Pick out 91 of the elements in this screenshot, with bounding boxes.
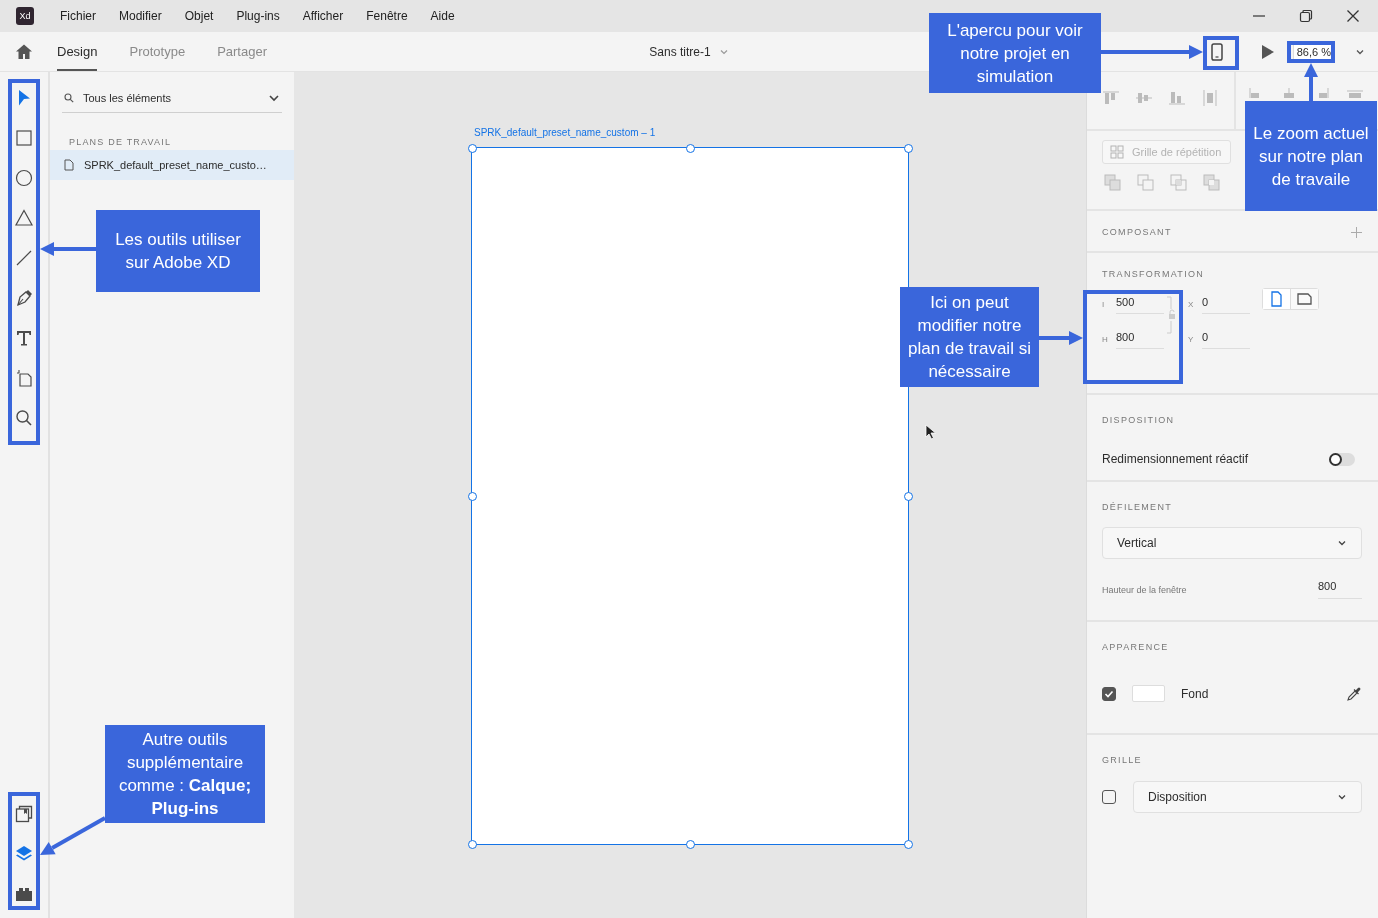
resize-handle[interactable] (904, 144, 913, 153)
section-heading: TRANSFORMATION (1102, 269, 1206, 279)
align-icon[interactable] (1202, 90, 1218, 106)
callout: L'apercu pour voir notre projet en simulation (929, 13, 1101, 93)
menu-item[interactable]: Fichier (60, 9, 96, 23)
arrow (40, 242, 96, 256)
pen-tool-icon[interactable] (14, 288, 34, 308)
triangle-tool-icon[interactable] (14, 208, 34, 228)
setting-label: Hauteur de la fenêtre (1102, 584, 1187, 595)
eyedropper-icon[interactable] (1346, 685, 1362, 702)
section-heading: COMPOSANT (1102, 227, 1172, 237)
resize-handle[interactable] (904, 492, 913, 501)
callout: Autre outils supplémentaire comme : Calque; Plug-ins (105, 725, 265, 823)
search-field[interactable]: Tous les éléments (62, 88, 282, 113)
color-swatch[interactable] (1132, 685, 1165, 702)
close-icon[interactable] (1346, 9, 1360, 23)
resize-handle[interactable] (468, 492, 477, 501)
artboard-list-item[interactable]: SPRK_default_preset_name_custo… (50, 150, 294, 180)
callout: Le zoom actuel sur notre plan de travaile (1245, 101, 1377, 211)
page-icon (64, 159, 74, 171)
artboard-label[interactable]: SPRK_default_preset_name_custom – 1 (474, 127, 656, 138)
scroll-dropdown[interactable]: Vertical (1102, 527, 1362, 559)
cursor-icon (925, 424, 937, 440)
resize-handle[interactable] (468, 144, 477, 153)
play-icon[interactable] (1260, 43, 1275, 60)
highlight-frame (1287, 41, 1335, 63)
input-field[interactable]: 500 (1116, 294, 1164, 314)
chevron-icon (1337, 792, 1347, 802)
section-heading: DÉFILEMENT (1102, 502, 1173, 512)
input-field[interactable]: 800 (1318, 580, 1362, 599)
grid-dropdown[interactable]: Disposition (1133, 781, 1362, 813)
portrait-icon (1269, 291, 1284, 307)
menu-item[interactable]: Fenêtre (366, 9, 408, 23)
arrow (1039, 331, 1083, 345)
setting-label: Redimensionnement réactif (1102, 452, 1249, 466)
section-heading: DISPOSITION (1102, 415, 1176, 425)
align-icon[interactable] (1281, 88, 1297, 98)
resize-handle[interactable] (904, 840, 913, 849)
checkbox[interactable] (1102, 790, 1116, 804)
toggle-switch[interactable] (1329, 452, 1355, 466)
check-icon (1104, 688, 1114, 699)
search-icon (64, 93, 74, 103)
arrow (40, 816, 106, 855)
chevron-icon (268, 92, 280, 104)
field-label: H (1102, 334, 1108, 344)
input-field[interactable]: 0 (1202, 329, 1250, 349)
highlight-frame (1203, 36, 1239, 70)
checkbox[interactable] (1102, 686, 1116, 701)
ellipse-tool-icon[interactable] (14, 168, 34, 188)
section-heading: APPARENCE (1102, 642, 1170, 652)
artboard-name: SPRK_default_preset_name_custo… (84, 159, 267, 171)
section-heading: PLANS DE TRAVAIL (69, 137, 173, 147)
landscape-button[interactable] (1290, 289, 1318, 309)
resize-handle[interactable] (686, 144, 695, 153)
home-icon[interactable] (15, 42, 33, 61)
document-title[interactable]: Sans titre-1 (649, 44, 711, 59)
rectangle-tool-icon[interactable] (14, 128, 34, 148)
restore-icon[interactable] (1299, 9, 1313, 23)
chevron-icon (1337, 538, 1347, 548)
input-field[interactable]: 0 (1202, 294, 1250, 314)
menu-item[interactable]: Objet (184, 9, 214, 23)
input-field[interactable]: 800 (1116, 329, 1164, 349)
plus-icon[interactable] (1351, 226, 1362, 238)
field-label: Y (1188, 334, 1194, 344)
menu-item[interactable]: Aide (430, 9, 455, 23)
landscape-icon (1297, 291, 1312, 307)
menu-item[interactable]: Afficher (302, 9, 344, 23)
field-label: X (1188, 299, 1194, 309)
artboard-tool-icon[interactable] (14, 368, 34, 388)
fill-label: Fond (1181, 686, 1209, 701)
align-icon[interactable] (1103, 90, 1119, 106)
line-tool-icon[interactable] (14, 248, 34, 268)
text-tool-icon[interactable] (14, 328, 34, 348)
callout: Ici on peut modifier notre plan de travail si nécessaire (900, 287, 1039, 387)
search-icon[interactable] (14, 408, 34, 428)
arrow (1304, 63, 1318, 101)
align-icon[interactable] (1347, 88, 1363, 98)
section-heading: GRILLE (1102, 755, 1143, 765)
assets-icon[interactable] (14, 804, 34, 824)
callout: Les outils utiliser sur Adobe XD (96, 210, 260, 292)
align-icon[interactable] (1136, 90, 1152, 106)
resize-handle[interactable] (686, 840, 695, 849)
phone-icon[interactable] (1210, 42, 1223, 61)
resize-handle[interactable] (468, 840, 477, 849)
menu-item[interactable]: Modifier (119, 9, 162, 23)
portrait-button[interactable] (1263, 289, 1290, 309)
grid-icon (1110, 145, 1124, 159)
tab[interactable]: Design (57, 32, 98, 71)
app-logo: Xd (16, 7, 34, 25)
menu-item[interactable]: Plug-ins (236, 9, 280, 23)
align-icon[interactable] (1169, 90, 1185, 106)
